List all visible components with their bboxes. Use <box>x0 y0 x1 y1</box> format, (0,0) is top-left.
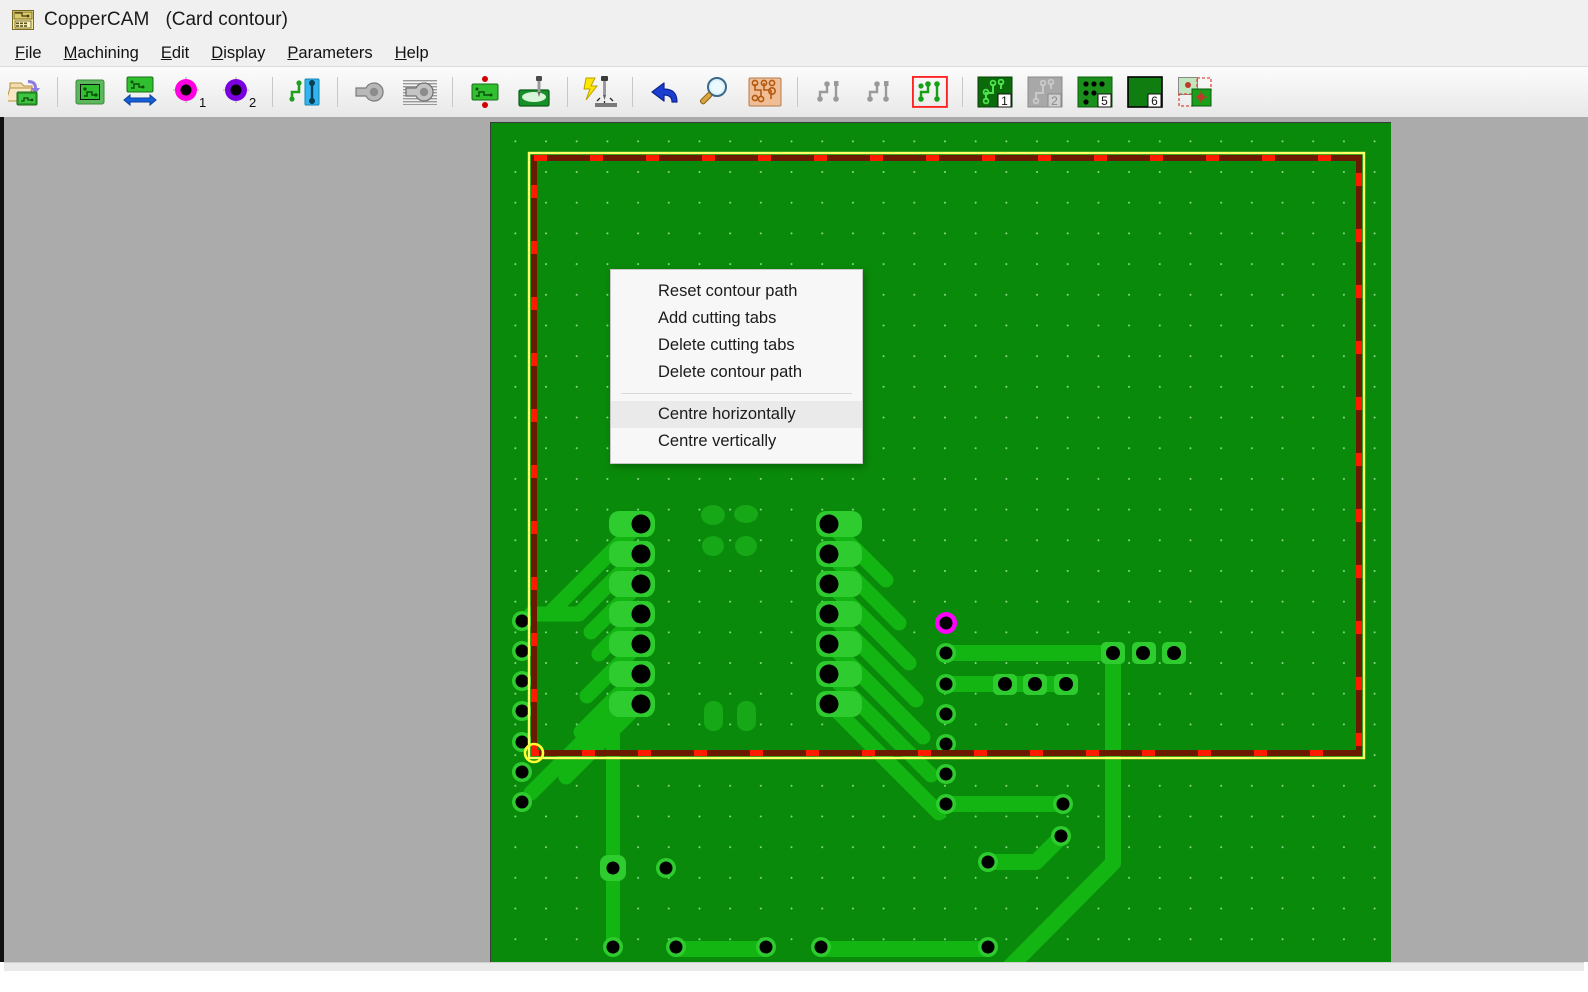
menu-label-rest: ile <box>25 43 42 62</box>
solid-board-icon: 6 <box>1127 76 1163 108</box>
milling-button[interactable] <box>512 70 558 114</box>
undo-button[interactable] <box>642 70 688 114</box>
toolbar-separator <box>962 77 963 107</box>
context-menu-item-reset-contour-path[interactable]: Reset contour path <box>611 278 862 305</box>
toolbar-separator <box>567 77 568 107</box>
drill-marks-button[interactable] <box>462 70 508 114</box>
pad-outline-button[interactable] <box>347 70 393 114</box>
pad-hatched-button[interactable] <box>397 70 443 114</box>
tracks-pads-button[interactable] <box>282 70 328 114</box>
layer-grey-icon: 2 <box>1027 76 1063 108</box>
copper-artwork <box>512 505 1186 963</box>
menu-accelerator: M <box>63 43 78 62</box>
spark-engrave-icon <box>581 74 619 110</box>
layer-2-button[interactable]: 2 <box>1022 70 1068 114</box>
layout-preview-button[interactable] <box>742 70 788 114</box>
status-bar-inner <box>4 962 1584 971</box>
context-menu-item-add-cutting-tabs[interactable]: Add cutting tabs <box>611 305 862 332</box>
pad-hatched-icon <box>402 77 438 107</box>
menu-accelerator: H <box>394 43 407 62</box>
window-title: CopperCAM <box>44 9 150 30</box>
tracks-pads-blue-icon <box>287 76 323 108</box>
context-menu-item-centre-horizontally[interactable]: Centre horizontally <box>611 401 862 428</box>
open-board-file-button[interactable] <box>2 70 48 114</box>
toolbar-separator <box>57 77 58 107</box>
toolbar-separator <box>632 77 633 107</box>
tool-violet-icon: 2 <box>220 74 260 110</box>
title-bar: CopperCAM (Card contour) <box>0 0 1588 40</box>
menu-item-file[interactable]: File <box>4 42 53 65</box>
pcb-canvas[interactable] <box>490 122 1391 963</box>
magnifier-icon <box>697 76 733 108</box>
tool-1-button[interactable]: 1 <box>167 70 213 114</box>
toolbar-separator <box>337 77 338 107</box>
toolbar-separator <box>272 77 273 107</box>
tool-2-button[interactable]: 2 <box>217 70 263 114</box>
svg-text:5: 5 <box>1101 94 1108 108</box>
contour-grey-icon <box>862 76 898 108</box>
context-menu-item-delete-cutting-tabs[interactable]: Delete cutting tabs <box>611 332 862 359</box>
contour-selected-button[interactable] <box>907 70 953 114</box>
mirror-board-button[interactable] <box>117 70 163 114</box>
contour-grey-1-button[interactable] <box>807 70 853 114</box>
contour-grey-icon <box>812 76 848 108</box>
menu-accelerator: E <box>160 43 172 62</box>
contour-context-menu[interactable]: Reset contour path Add cutting tabs Delete… <box>610 269 863 464</box>
menu-accelerator: D <box>211 43 224 62</box>
menu-label-rest: isplay <box>223 43 266 62</box>
menu-label-rest: achining <box>77 43 139 62</box>
menu-bar: File Machining Edit Display Parameters Help <box>0 40 1588 67</box>
toolbar-separator <box>452 77 453 107</box>
toolbar: 1 2 1 2 5 6 <box>0 67 1588 118</box>
application-window: CopperCAM (Card contour) File Machining Ed… <box>0 0 1588 992</box>
menu-item-parameters[interactable]: Parameters <box>276 42 383 65</box>
context-menu-separator <box>621 393 852 394</box>
toolbar-separator <box>797 77 798 107</box>
copper-layout-icon <box>747 76 783 108</box>
svg-text:1: 1 <box>1001 94 1008 108</box>
menu-accelerator: P <box>287 43 299 62</box>
svg-text:6: 6 <box>1151 94 1158 108</box>
svg-text:2: 2 <box>1051 94 1058 108</box>
selected-pad <box>935 612 957 634</box>
menu-item-display[interactable]: Display <box>200 42 276 65</box>
board-filled-icon <box>73 77 107 107</box>
zoom-button[interactable] <box>692 70 738 114</box>
window-subtitle: (Card contour) <box>165 9 288 30</box>
menu-label-rest: arameters <box>298 43 373 62</box>
tool-magenta-icon: 1 <box>170 74 210 110</box>
contour-grey-2-button[interactable] <box>857 70 903 114</box>
layer-green-icon: 1 <box>977 76 1013 108</box>
menu-accelerator: F <box>15 43 26 62</box>
context-menu-item-centre-vertically[interactable]: Centre vertically <box>611 428 862 455</box>
panelize-boards-icon <box>1177 76 1213 108</box>
spindle-milling-icon <box>516 74 554 110</box>
context-menu-item-delete-contour-path[interactable]: Delete contour path <box>611 359 862 386</box>
panelize-button[interactable] <box>1172 70 1218 114</box>
layer-1-button[interactable]: 1 <box>972 70 1018 114</box>
window-left-edge <box>0 117 4 962</box>
menu-label-rest: elp <box>406 43 429 62</box>
board-mirror-arrows-icon <box>121 75 159 109</box>
undo-arrow-icon <box>647 77 683 107</box>
workspace: Reset contour path Add cutting tabs Delete… <box>0 117 1588 963</box>
svg-text:1: 1 <box>199 95 206 110</box>
coppercam-board-icon <box>12 10 34 30</box>
layer-5-button[interactable]: 5 <box>1072 70 1118 114</box>
contour-green-selected-icon <box>912 76 948 108</box>
engrave-button[interactable] <box>577 70 623 114</box>
menu-label-rest: dit <box>171 43 190 62</box>
folder-open-board-icon <box>8 77 42 107</box>
svg-text:2: 2 <box>249 95 256 110</box>
menu-item-machining[interactable]: Machining <box>53 42 150 65</box>
board-drill-marks-icon <box>467 75 503 109</box>
pad-plain-icon <box>352 77 388 107</box>
status-bar <box>0 962 1588 992</box>
drill-dots-icon: 5 <box>1077 76 1113 108</box>
menu-item-help[interactable]: Help <box>384 42 440 65</box>
show-board-button[interactable] <box>67 70 113 114</box>
layer-6-button[interactable]: 6 <box>1122 70 1168 114</box>
menu-item-edit[interactable]: Edit <box>150 42 200 65</box>
